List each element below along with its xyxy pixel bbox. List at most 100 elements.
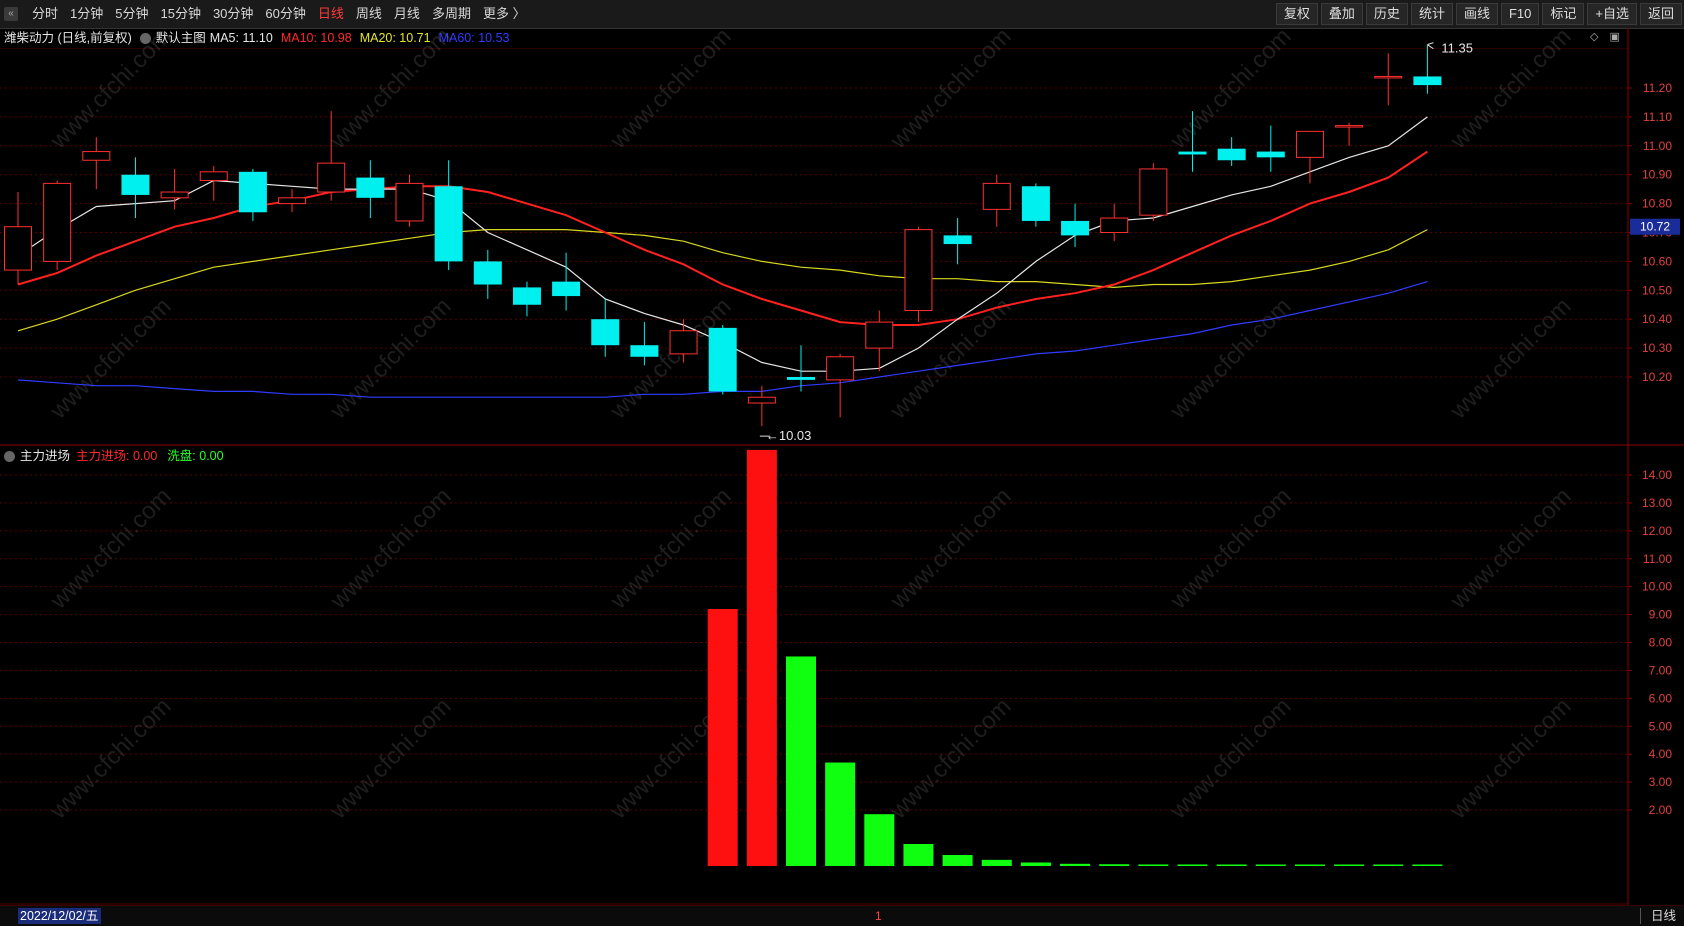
watermark-text: www.cfchi.com [604, 23, 736, 155]
candle-body [552, 281, 581, 297]
main-top-border [0, 48, 1628, 49]
candle-body [395, 182, 424, 222]
watermark-text: www.cfchi.com [884, 23, 1016, 155]
sub-y-tick-label: 8.00 [1649, 636, 1673, 650]
sub-bar [1255, 864, 1286, 866]
candle-body [1413, 76, 1442, 86]
candle-body [121, 174, 150, 195]
candle-body [591, 319, 620, 346]
candle-body [356, 177, 385, 198]
current-price-label: 10.72 [1640, 220, 1670, 234]
y-tick-label: 10.40 [1642, 312, 1672, 326]
sub-bar [1216, 864, 1247, 866]
sub-y-tick-label: 14.00 [1642, 468, 1672, 482]
sub-y-tick-label: 9.00 [1649, 608, 1673, 622]
candle-body [669, 330, 698, 355]
watermark-text: www.cfchi.com [324, 693, 456, 825]
sub-bar [746, 449, 777, 866]
candle-body [1335, 125, 1364, 128]
candle-body [1139, 168, 1168, 216]
kline-chart[interactable]: 11.2011.1011.0010.9010.8010.7010.6010.50… [0, 0, 1684, 905]
candle-body [708, 327, 737, 392]
y-tick-label: 11.20 [1643, 81, 1672, 95]
sub-y-tick-label: 3.00 [1649, 775, 1673, 789]
candle-body [1217, 148, 1246, 161]
y-tick-label: 11.00 [1643, 139, 1672, 153]
sub-y-tick-label: 7.00 [1649, 663, 1673, 677]
watermark-text: www.cfchi.com [324, 293, 456, 425]
sub-bar [1373, 864, 1404, 866]
sub-bar [1334, 864, 1365, 866]
candle-body [1374, 75, 1403, 79]
watermark-text: www.cfchi.com [1164, 693, 1296, 825]
low-price-label: ←10.03 [766, 428, 812, 443]
y-tick-label: 10.30 [1642, 341, 1672, 355]
candle-body [943, 235, 972, 245]
candle-body [1021, 186, 1050, 221]
sub-bar [1412, 864, 1443, 866]
candle-body [904, 229, 933, 312]
candle-body [199, 171, 228, 181]
sub-bar [981, 859, 1012, 866]
y-tick-label: 10.20 [1642, 370, 1672, 384]
sub-bar [1060, 863, 1091, 866]
cursor-marker: 1 [875, 909, 882, 923]
sub-bar [707, 609, 738, 866]
y-tick-label: 10.60 [1642, 254, 1672, 268]
sub-bar [786, 656, 816, 866]
candle-body [1061, 220, 1090, 236]
candle-body [826, 356, 855, 381]
watermark-text: www.cfchi.com [1444, 293, 1576, 425]
sub-bar [942, 855, 973, 866]
sub-y-tick-label: 6.00 [1649, 691, 1673, 705]
candle-body [4, 226, 32, 271]
candle-body [1100, 217, 1129, 234]
sub-y-tick-label: 5.00 [1649, 719, 1673, 733]
watermark-text: www.cfchi.com [44, 23, 176, 155]
sub-bar [825, 762, 856, 866]
watermark-text: www.cfchi.com [44, 693, 176, 825]
y-tick-label: 11.10 [1643, 110, 1672, 124]
watermark-text: www.cfchi.com [1444, 693, 1576, 825]
candle-body [82, 151, 111, 161]
candle-body [160, 191, 189, 199]
sub-bar [1177, 864, 1208, 866]
candle-body [43, 182, 72, 262]
sub-y-tick-label: 12.00 [1642, 524, 1672, 538]
watermark-text: www.cfchi.com [1164, 293, 1296, 425]
sub-y-tick-label: 10.00 [1642, 580, 1672, 594]
candle-body [1256, 151, 1285, 158]
sub-bar [1138, 864, 1169, 866]
sub-bar [1020, 862, 1051, 866]
y-tick-label: 10.90 [1642, 168, 1672, 182]
candle-body [630, 345, 659, 357]
high-pointer [1427, 42, 1434, 50]
sub-y-tick-label: 11.00 [1643, 552, 1672, 566]
candle-body [1178, 151, 1207, 155]
candle-body [787, 377, 815, 380]
candle-body [982, 182, 1011, 210]
y-tick-label: 10.50 [1642, 283, 1672, 297]
candle-body [747, 396, 776, 404]
y-tick-label: 10.80 [1642, 197, 1672, 211]
sub-y-tick-label: 13.00 [1642, 496, 1672, 510]
sub-y-tick-label: 4.00 [1649, 747, 1673, 761]
sub-bar [864, 814, 895, 866]
candle-body [434, 186, 463, 262]
watermark-text: www.cfchi.com [884, 693, 1016, 825]
sub-bar [1294, 864, 1325, 866]
watermark-text: www.cfchi.com [324, 23, 456, 155]
watermark-text: www.cfchi.com [1164, 23, 1296, 155]
candle-body [317, 162, 346, 193]
high-price-label: 11.35 [1441, 41, 1473, 56]
period-label[interactable]: 日线 [1639, 908, 1676, 924]
status-bar: 2022/12/02/五 1 日线 [0, 905, 1684, 926]
sub-bar [903, 844, 934, 866]
watermark-text: www.cfchi.com [44, 293, 176, 425]
sub-bar [1099, 864, 1130, 866]
cursor-date: 2022/12/02/五 [18, 908, 101, 924]
candle-body [473, 261, 502, 285]
candle-body [865, 321, 894, 349]
watermark-text: www.cfchi.com [884, 293, 1016, 425]
candle-body [238, 171, 267, 213]
